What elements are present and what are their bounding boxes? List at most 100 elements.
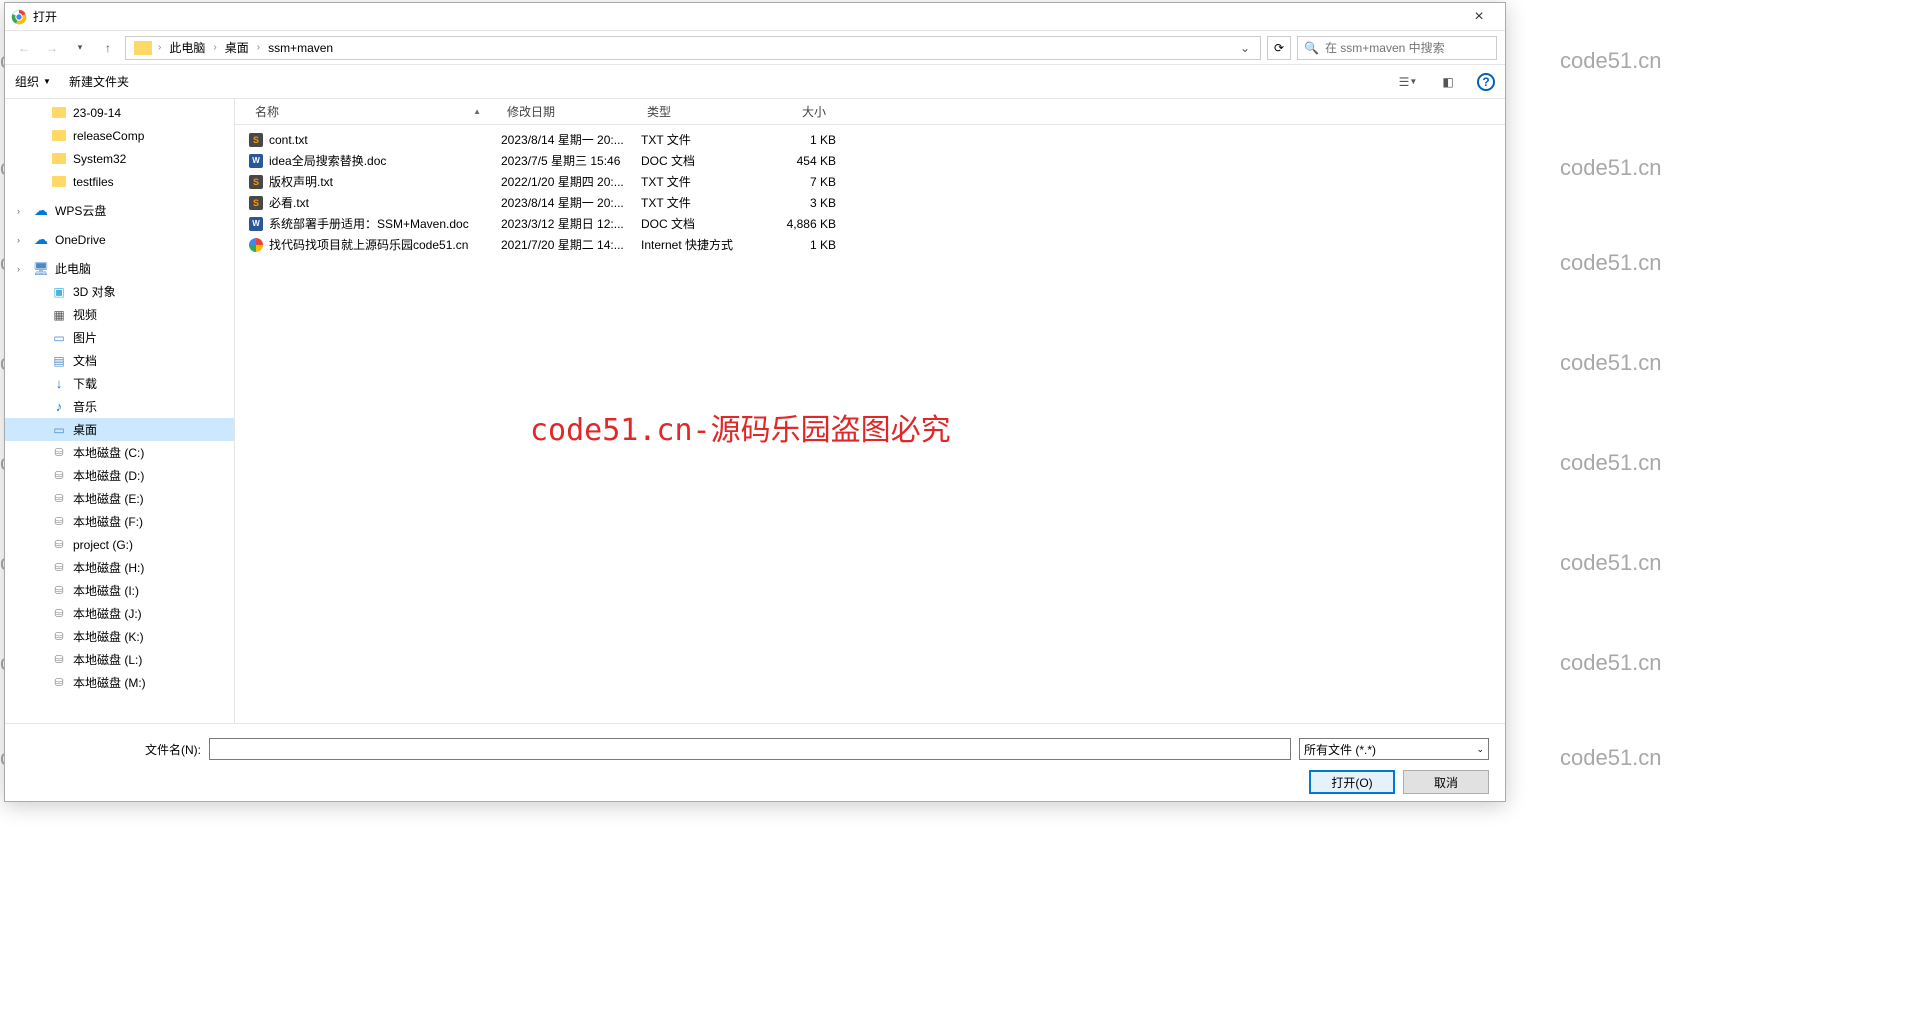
file-size: 454 KB (756, 154, 836, 168)
tree-label: project (G:) (73, 538, 133, 552)
tree-label: OneDrive (55, 233, 106, 247)
breadcrumb-seg-folder[interactable]: ssm+maven (264, 39, 337, 57)
tree-item[interactable]: ⛁project (G:) (5, 533, 234, 556)
forward-button[interactable]: → (41, 37, 63, 59)
new-folder-button[interactable]: 新建文件夹 (69, 73, 129, 90)
video-icon: ▦ (51, 307, 67, 323)
column-size[interactable]: 大小 (754, 103, 834, 120)
search-box[interactable]: 🔍 (1297, 36, 1497, 60)
watermark-bg: code51.cn (1560, 450, 1662, 476)
tree-label: 图片 (73, 329, 97, 346)
breadcrumb-dropdown[interactable]: ⌄ (1236, 41, 1254, 55)
tree-label: releaseComp (73, 129, 144, 143)
file-open-dialog: 打开 × ← → ▾ ↑ › 此电脑 › 桌面 › ssm+maven ⌄ ⟳ … (4, 2, 1506, 802)
tree-item[interactable]: ⛁ 本地磁盘 (H:) (5, 556, 234, 579)
tree-item[interactable]: ▭桌面 (5, 418, 234, 441)
tree-item[interactable]: ⛁本地磁盘 (E:) (5, 487, 234, 510)
file-type: DOC 文档 (641, 152, 756, 169)
tree-item[interactable]: ▦ 视频 (5, 303, 234, 326)
file-size: 4,886 KB (756, 217, 836, 231)
tree-item[interactable]: 23-09-14 (5, 101, 234, 124)
file-name: cont.txt (269, 133, 501, 147)
filename-label: 文件名(N): (21, 741, 201, 758)
tree-label: 本地磁盘 (J:) (73, 605, 142, 622)
tree-label: 本地磁盘 (H:) (73, 559, 144, 576)
tree-item[interactable]: ⛁本地磁盘 (C:) (5, 441, 234, 464)
file-name: idea全局搜索替换.doc (269, 152, 501, 169)
filename-input[interactable] (209, 738, 1291, 760)
tree-item[interactable]: ♪音乐 (5, 395, 234, 418)
tree-item[interactable]: ⛁本地磁盘 (I:) (5, 579, 234, 602)
file-row[interactable]: 找代码找项目就上源码乐园code51.cn2021/7/20 星期二 14:..… (235, 234, 1505, 255)
file-name: 必看.txt (269, 194, 501, 211)
tree-item[interactable]: releaseComp (5, 124, 234, 147)
tree-item[interactable]: ⛁本地磁盘 (L:) (5, 648, 234, 671)
file-row[interactable]: S必看.txt2023/8/14 星期一 20:...TXT 文件3 KB (235, 192, 1505, 213)
file-date: 2023/8/14 星期一 20:... (501, 131, 641, 148)
tree-item[interactable]: ▭ 图片 (5, 326, 234, 349)
file-date: 2021/7/20 星期二 14:... (501, 236, 641, 253)
breadcrumb-seg-desktop[interactable]: 桌面 (221, 37, 253, 58)
back-button[interactable]: ← (13, 37, 35, 59)
file-icon: S (247, 174, 265, 190)
watermark-bg: code51.cn (1560, 48, 1662, 74)
folder-icon (134, 41, 152, 55)
disk-icon: ⛁ (51, 560, 67, 576)
refresh-button[interactable]: ⟳ (1267, 36, 1291, 60)
chevron-right-icon: › (257, 42, 260, 53)
file-size: 7 KB (756, 175, 836, 189)
disk-icon: ⛁ (51, 675, 67, 691)
cancel-button[interactable]: 取消 (1403, 770, 1489, 794)
tree-label: 此电脑 (55, 260, 91, 277)
tree-label: 本地磁盘 (L:) (73, 651, 142, 668)
close-button[interactable]: × (1459, 8, 1499, 26)
recent-dropdown[interactable]: ▾ (69, 37, 91, 59)
tree-item[interactable]: ›🖥此电脑 (5, 257, 234, 280)
img-icon: ▭ (51, 330, 67, 346)
tree-label: 视频 (73, 306, 97, 323)
file-row[interactable]: S版权声明.txt2022/1/20 星期四 20:...TXT 文件7 KB (235, 171, 1505, 192)
navbar: ← → ▾ ↑ › 此电脑 › 桌面 › ssm+maven ⌄ ⟳ 🔍 (5, 31, 1505, 65)
preview-pane-button[interactable]: ◧ (1437, 71, 1459, 93)
file-name: 版权声明.txt (269, 173, 501, 190)
tree-item[interactable]: ›☁WPS云盘 (5, 199, 234, 222)
tree-label: 本地磁盘 (C:) (73, 444, 144, 461)
up-button[interactable]: ↑ (97, 37, 119, 59)
folder-icon (51, 128, 67, 144)
open-button[interactable]: 打开(O) (1309, 770, 1395, 794)
file-icon: S (247, 195, 265, 211)
breadcrumb[interactable]: › 此电脑 › 桌面 › ssm+maven ⌄ (125, 36, 1261, 60)
file-list[interactable]: Scont.txt2023/8/14 星期一 20:...TXT 文件1 KBW… (235, 125, 1505, 723)
chevron-right-icon: › (158, 42, 161, 53)
file-name: 找代码找项目就上源码乐园code51.cn (269, 236, 501, 253)
breadcrumb-seg-pc[interactable]: 此电脑 (165, 37, 209, 58)
tree-item[interactable]: System32 (5, 147, 234, 170)
tree-label: 文档 (73, 352, 97, 369)
file-row[interactable]: Scont.txt2023/8/14 星期一 20:...TXT 文件1 KB (235, 129, 1505, 150)
help-button[interactable]: ? (1477, 73, 1495, 91)
tree-item[interactable]: ⛁本地磁盘 (K:) (5, 625, 234, 648)
file-row[interactable]: Widea全局搜索替换.doc2023/7/5 星期三 15:46DOC 文档4… (235, 150, 1505, 171)
tree-item[interactable]: ⛁ 本地磁盘 (J:) (5, 602, 234, 625)
column-type[interactable]: 类型 (639, 103, 754, 120)
tree-item[interactable]: ▤文档 (5, 349, 234, 372)
view-options-button[interactable]: ☰ ▼ (1397, 71, 1419, 93)
filetype-select[interactable]: 所有文件 (*.*)⌄ (1299, 738, 1489, 760)
tree-item[interactable]: ›☁OneDrive (5, 228, 234, 251)
organize-menu[interactable]: 组织 ▼ (15, 73, 51, 90)
column-name[interactable]: 名称▲ (247, 103, 499, 120)
file-type: TXT 文件 (641, 131, 756, 148)
tree-item[interactable]: ⛁本地磁盘 (F:) (5, 510, 234, 533)
search-input[interactable] (1325, 41, 1490, 55)
tree-item[interactable]: ▣3D 对象 (5, 280, 234, 303)
tree-item[interactable]: ↓下载 (5, 372, 234, 395)
chevron-right-icon: › (213, 42, 216, 53)
sidebar-tree[interactable]: 23-09-14 releaseComp System32testfiles ›☁WP… (5, 99, 235, 723)
tree-item[interactable]: ⛁本地磁盘 (M:) (5, 671, 234, 694)
tree-item[interactable]: ⛁本地磁盘 (D:) (5, 464, 234, 487)
tree-item[interactable]: testfiles (5, 170, 234, 193)
file-row[interactable]: W系统部署手册适用：SSM+Maven.doc2023/3/12 星期日 12:… (235, 213, 1505, 234)
disk-icon: ⛁ (51, 606, 67, 622)
tree-label: 3D 对象 (73, 283, 116, 300)
column-date[interactable]: 修改日期 (499, 103, 639, 120)
